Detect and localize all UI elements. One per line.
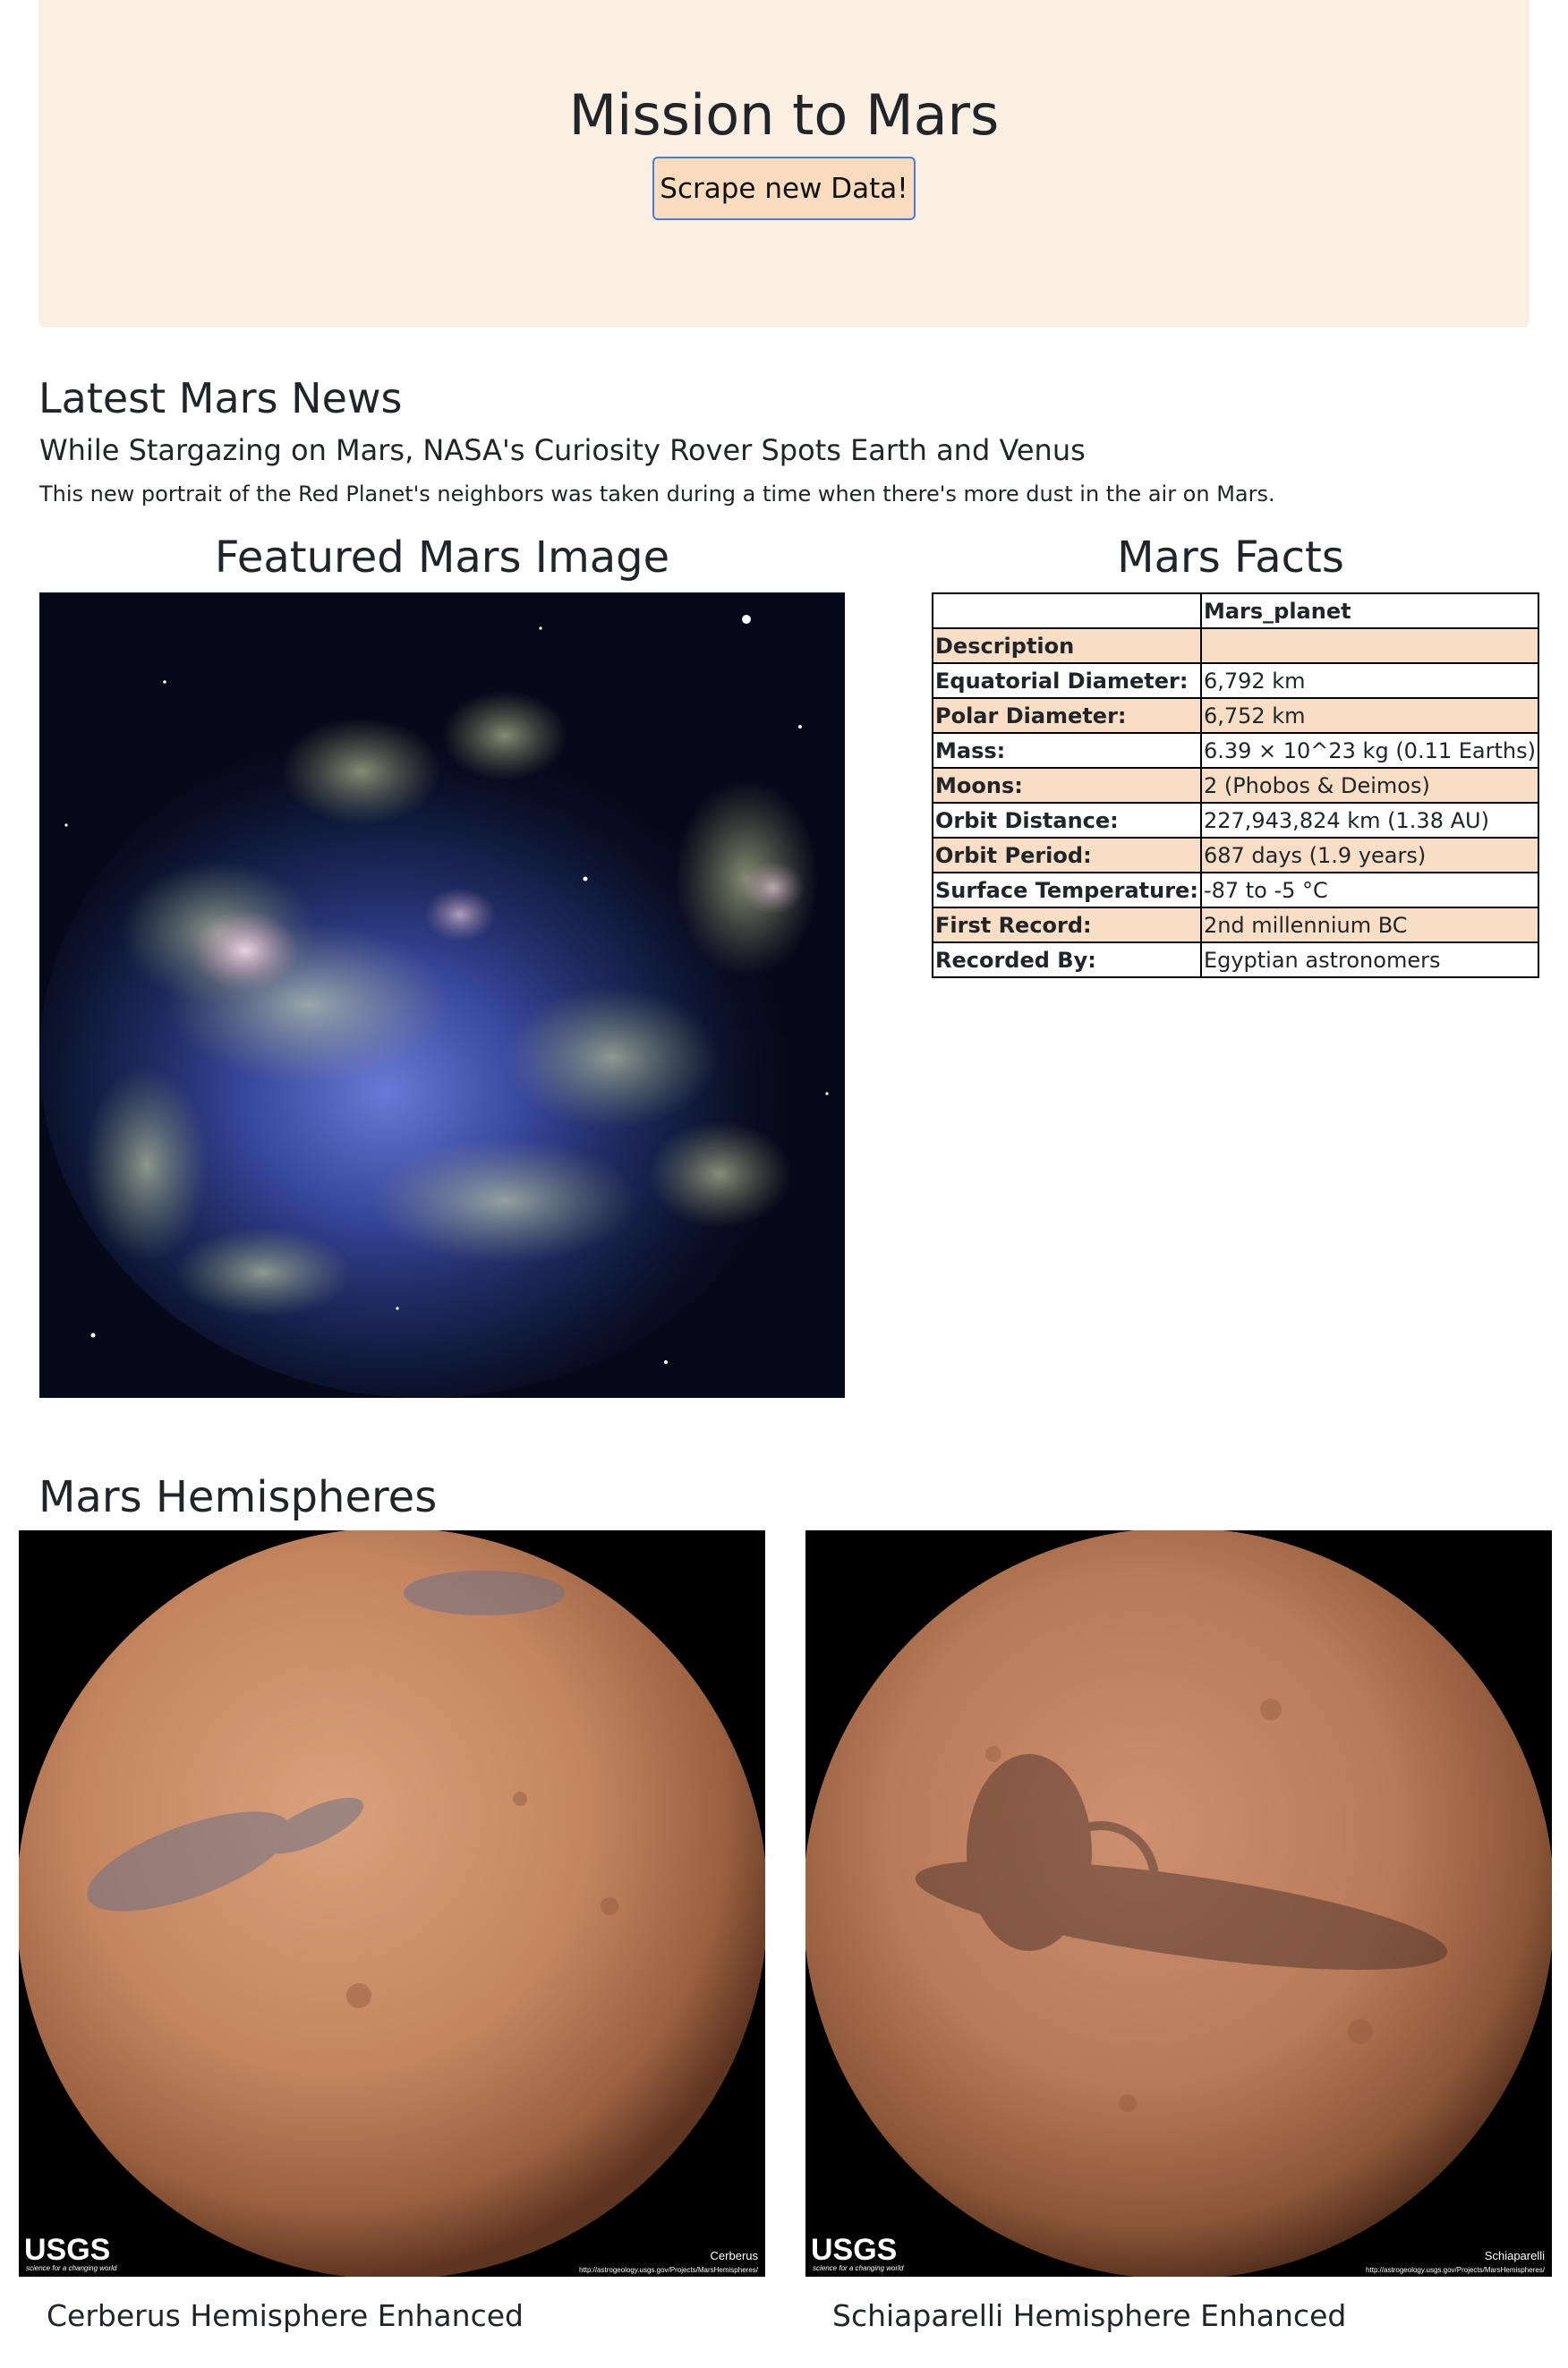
row-value: Egyptian astronomers (1199, 941, 1539, 978)
table-row: Moons: 2 (Phobos & Deimos) (932, 767, 1539, 804)
schiaparelli-hemisphere-image[interactable]: USGS science for a changing world Schiap… (805, 1530, 1552, 2277)
row-value: 2nd millennium BC (1199, 907, 1539, 943)
cerberus-hemisphere-image[interactable]: USGS science for a changing world Cerber… (19, 1530, 765, 2277)
table-row: Description (932, 627, 1539, 664)
usgs-logo: USGS (811, 2233, 897, 2267)
table-row: Orbit Distance: 227,943,824 km (1.38 AU) (932, 802, 1539, 839)
featured-image-heading: Featured Mars Image (214, 532, 670, 583)
table-row: Recorded By: Egyptian astronomers (932, 941, 1539, 978)
table-row: Mass: 6.39 × 10^23 kg (0.11 Earths) (932, 732, 1539, 769)
table-row: Orbit Period: 687 days (1.9 years) (932, 837, 1539, 873)
row-label: Mass: (932, 732, 1202, 769)
image-source-url: http://astrogeology.usgs.gov/Projects/Ma… (579, 2266, 759, 2274)
table-row: Polar Diameter: 6,752 km (932, 697, 1539, 734)
galaxy-image (39, 592, 845, 1398)
row-value: 6,792 km (1199, 662, 1539, 699)
mars-globe-image: USGS science for a changing world Schiap… (805, 1530, 1552, 2277)
hemispheres-heading: Mars Hemispheres (38, 1472, 438, 1522)
page-title: Mission to Mars (568, 82, 1000, 148)
row-label: Orbit Period: (932, 837, 1202, 873)
table-header-row: Mars_planet (932, 592, 1539, 629)
table-header-empty (932, 592, 1202, 629)
row-value: 6.39 × 10^23 kg (0.11 Earths) (1199, 732, 1539, 769)
row-label: Polar Diameter: (932, 697, 1202, 734)
table-row: Equatorial Diameter: 6,792 km (932, 662, 1539, 699)
mars-globe-image: USGS science for a changing world Cerber… (19, 1530, 765, 2277)
row-value: 2 (Phobos & Deimos) (1199, 767, 1539, 804)
row-label: Equatorial Diameter: (932, 662, 1202, 699)
image-source-url: http://astrogeology.usgs.gov/Projects/Ma… (1366, 2266, 1546, 2274)
news-paragraph: This new portrait of the Red Planet's ne… (39, 481, 1275, 507)
table-row: Surface Temperature: -87 to -5 °C (932, 872, 1539, 908)
table-row: First Record: 2nd millennium BC (932, 907, 1539, 943)
row-value: 687 days (1.9 years) (1199, 837, 1539, 873)
news-title: While Stargazing on Mars, NASA's Curiosi… (39, 433, 1086, 467)
news-heading: Latest Mars News (38, 374, 403, 422)
row-label: Orbit Distance: (932, 802, 1202, 839)
facts-table: Mars_planet Description Equatorial Diame… (932, 592, 1539, 978)
featured-mars-image[interactable] (39, 592, 845, 1398)
table-column-header: Mars_planet (1199, 592, 1539, 629)
usgs-logo: USGS (24, 2233, 110, 2267)
row-value (1199, 627, 1539, 664)
row-label: First Record: (932, 907, 1202, 943)
hemisphere-title[interactable]: Cerberus Hemisphere Enhanced (47, 2296, 524, 2336)
row-label: Description (932, 627, 1202, 664)
row-label: Surface Temperature: (932, 872, 1202, 908)
facts-heading: Mars Facts (1117, 532, 1344, 583)
row-label: Recorded By: (932, 941, 1202, 978)
hemisphere-title[interactable]: Schiaparelli Hemisphere Enhanced (832, 2296, 1346, 2336)
image-caption-label: Schiaparelli (1485, 2249, 1545, 2262)
row-label: Moons: (932, 767, 1202, 804)
row-value: 6,752 km (1199, 697, 1539, 734)
usgs-tagline: science for a changing world (26, 2264, 117, 2272)
image-caption-label: Cerberus (711, 2249, 759, 2262)
row-value: 227,943,824 km (1.38 AU) (1199, 802, 1539, 839)
row-value: -87 to -5 °C (1199, 872, 1539, 908)
scrape-button[interactable]: Scrape new Data! (652, 157, 916, 220)
usgs-tagline: science for a changing world (813, 2264, 904, 2272)
